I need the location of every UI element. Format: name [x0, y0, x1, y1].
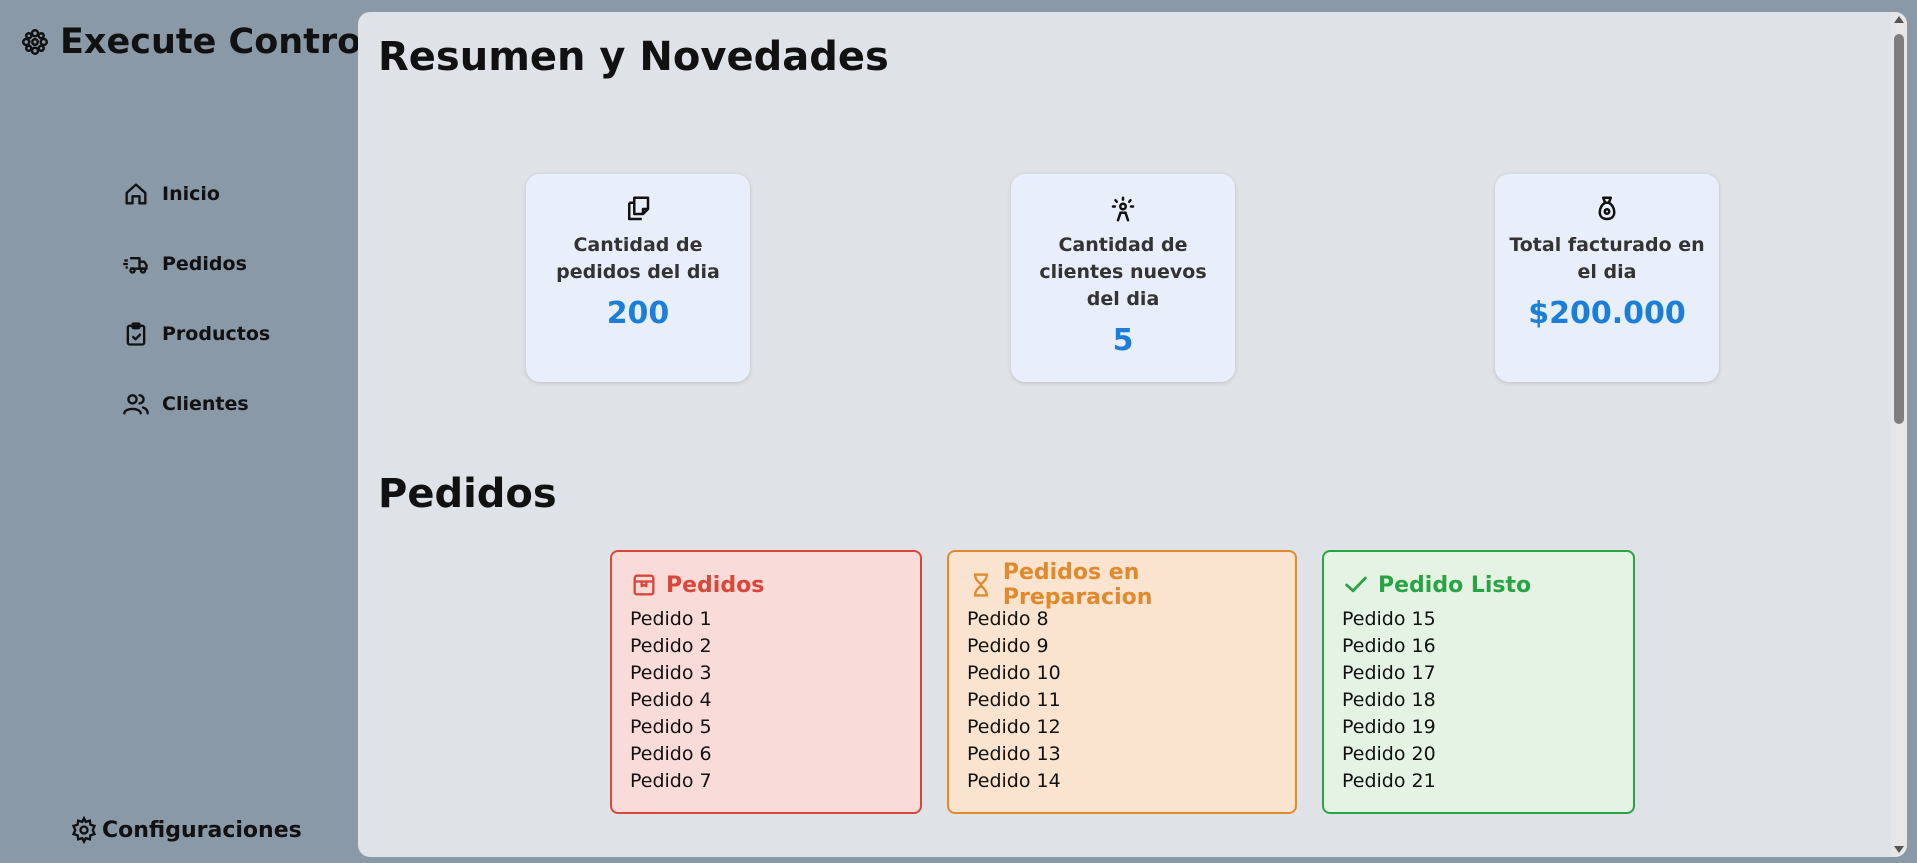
- sidebar: Execute Control Inicio Pedidos Productos: [0, 0, 373, 863]
- stat-value: 5: [1112, 323, 1134, 358]
- order-item[interactable]: Pedido 1: [630, 606, 920, 633]
- stat-value: 200: [606, 296, 670, 331]
- order-item[interactable]: Pedido 21: [1342, 768, 1633, 795]
- order-item[interactable]: Pedido 11: [967, 687, 1295, 714]
- column-header: Pedido Listo: [1342, 570, 1633, 600]
- order-item[interactable]: Pedido 7: [630, 768, 920, 795]
- order-item[interactable]: Pedido 14: [967, 768, 1295, 795]
- scrollbar-thumb[interactable]: [1894, 34, 1904, 424]
- sidebar-item-label: Pedidos: [162, 253, 247, 275]
- order-item[interactable]: Pedido 19: [1342, 714, 1633, 741]
- order-item[interactable]: Pedido 8: [967, 606, 1295, 633]
- brand: Execute Control: [20, 22, 373, 62]
- column-title: Pedidos en Preparacion: [1002, 560, 1153, 610]
- home-icon: [125, 183, 147, 205]
- order-item[interactable]: Pedido 5: [630, 714, 920, 741]
- settings-label: Configuraciones: [102, 817, 302, 843]
- settings-link[interactable]: Configuraciones: [70, 816, 302, 844]
- main-panel: Resumen y Novedades Cantidad de pedidos …: [358, 12, 1907, 857]
- truck-icon: [123, 257, 148, 274]
- orders-section-title: Pedidos: [378, 471, 557, 517]
- order-item[interactable]: Pedido 3: [630, 660, 920, 687]
- order-item[interactable]: Pedido 9: [967, 633, 1295, 660]
- scroll-down-icon[interactable]: [1894, 846, 1904, 853]
- order-item[interactable]: Pedido 18: [1342, 687, 1633, 714]
- order-item[interactable]: Pedido 2: [630, 633, 920, 660]
- order-item[interactable]: Pedido 20: [1342, 741, 1633, 768]
- money-bag-icon: [1598, 196, 1616, 221]
- column-header: Pedidos en Preparacion: [967, 560, 1295, 610]
- orders-column-pending: Pedidos Pedido 1 Pedido 2 Pedido 3 Pedid…: [610, 550, 922, 814]
- sidebar-item-inicio[interactable]: Inicio: [122, 176, 270, 212]
- scroll-up-icon[interactable]: [1894, 16, 1904, 23]
- stat-label: Total facturado en el dia: [1509, 234, 1705, 283]
- column-title: Pedidos: [666, 572, 765, 598]
- users-icon: [123, 394, 149, 415]
- app-title: Execute Control: [60, 22, 374, 62]
- clipboard-check-icon: [126, 322, 146, 346]
- sidebar-item-label: Productos: [162, 323, 271, 345]
- sidebar-nav: Inicio Pedidos Productos Clientes: [122, 176, 270, 456]
- order-item[interactable]: Pedido 10: [967, 660, 1295, 687]
- order-item[interactable]: Pedido 16: [1342, 633, 1633, 660]
- stat-label: Cantidad de clientes nuevos del dia: [1039, 234, 1207, 310]
- gear-icon: [71, 816, 97, 844]
- stat-card-revenue: Total facturado en el dia $200.000: [1495, 174, 1719, 382]
- person-spark-icon: [1111, 196, 1135, 222]
- stat-card-orders: Cantidad de pedidos del dia 200: [526, 174, 750, 382]
- column-header: Pedidos: [630, 570, 920, 600]
- order-item[interactable]: Pedido 6: [630, 741, 920, 768]
- orders-list: Pedido 1 Pedido 2 Pedido 3 Pedido 4 Pedi…: [630, 606, 920, 795]
- sidebar-item-label: Inicio: [162, 183, 220, 205]
- sidebar-item-pedidos[interactable]: Pedidos: [122, 246, 270, 282]
- orders-list: Pedido 15 Pedido 16 Pedido 17 Pedido 18 …: [1342, 606, 1633, 795]
- check-icon: [1345, 576, 1367, 593]
- flower-icon: [21, 28, 49, 56]
- order-item[interactable]: Pedido 17: [1342, 660, 1633, 687]
- order-item[interactable]: Pedido 13: [967, 741, 1295, 768]
- notes-icon: [628, 196, 650, 221]
- order-item[interactable]: Pedido 12: [967, 714, 1295, 741]
- order-item[interactable]: Pedido 15: [1342, 606, 1633, 633]
- orders-list: Pedido 8 Pedido 9 Pedido 10 Pedido 11 Pe…: [967, 606, 1295, 795]
- order-item[interactable]: Pedido 4: [630, 687, 920, 714]
- sidebar-item-clientes[interactable]: Clientes: [122, 386, 270, 422]
- orders-column-ready: Pedido Listo Pedido 15 Pedido 16 Pedido …: [1322, 550, 1635, 814]
- stat-value: $200.000: [1528, 296, 1686, 331]
- orders-column-preparing: Pedidos en Preparacion Pedido 8 Pedido 9…: [947, 550, 1297, 814]
- stat-label: Cantidad de pedidos del dia: [556, 234, 720, 283]
- box-icon: [633, 574, 655, 596]
- sidebar-item-productos[interactable]: Productos: [122, 316, 270, 352]
- stat-card-clients: Cantidad de clientes nuevos del dia 5: [1011, 174, 1235, 382]
- hourglass-icon: [973, 573, 988, 597]
- page-title: Resumen y Novedades: [378, 34, 889, 80]
- column-title: Pedido Listo: [1378, 572, 1532, 598]
- sidebar-item-label: Clientes: [162, 393, 249, 415]
- vertical-scrollbar[interactable]: [1891, 12, 1907, 857]
